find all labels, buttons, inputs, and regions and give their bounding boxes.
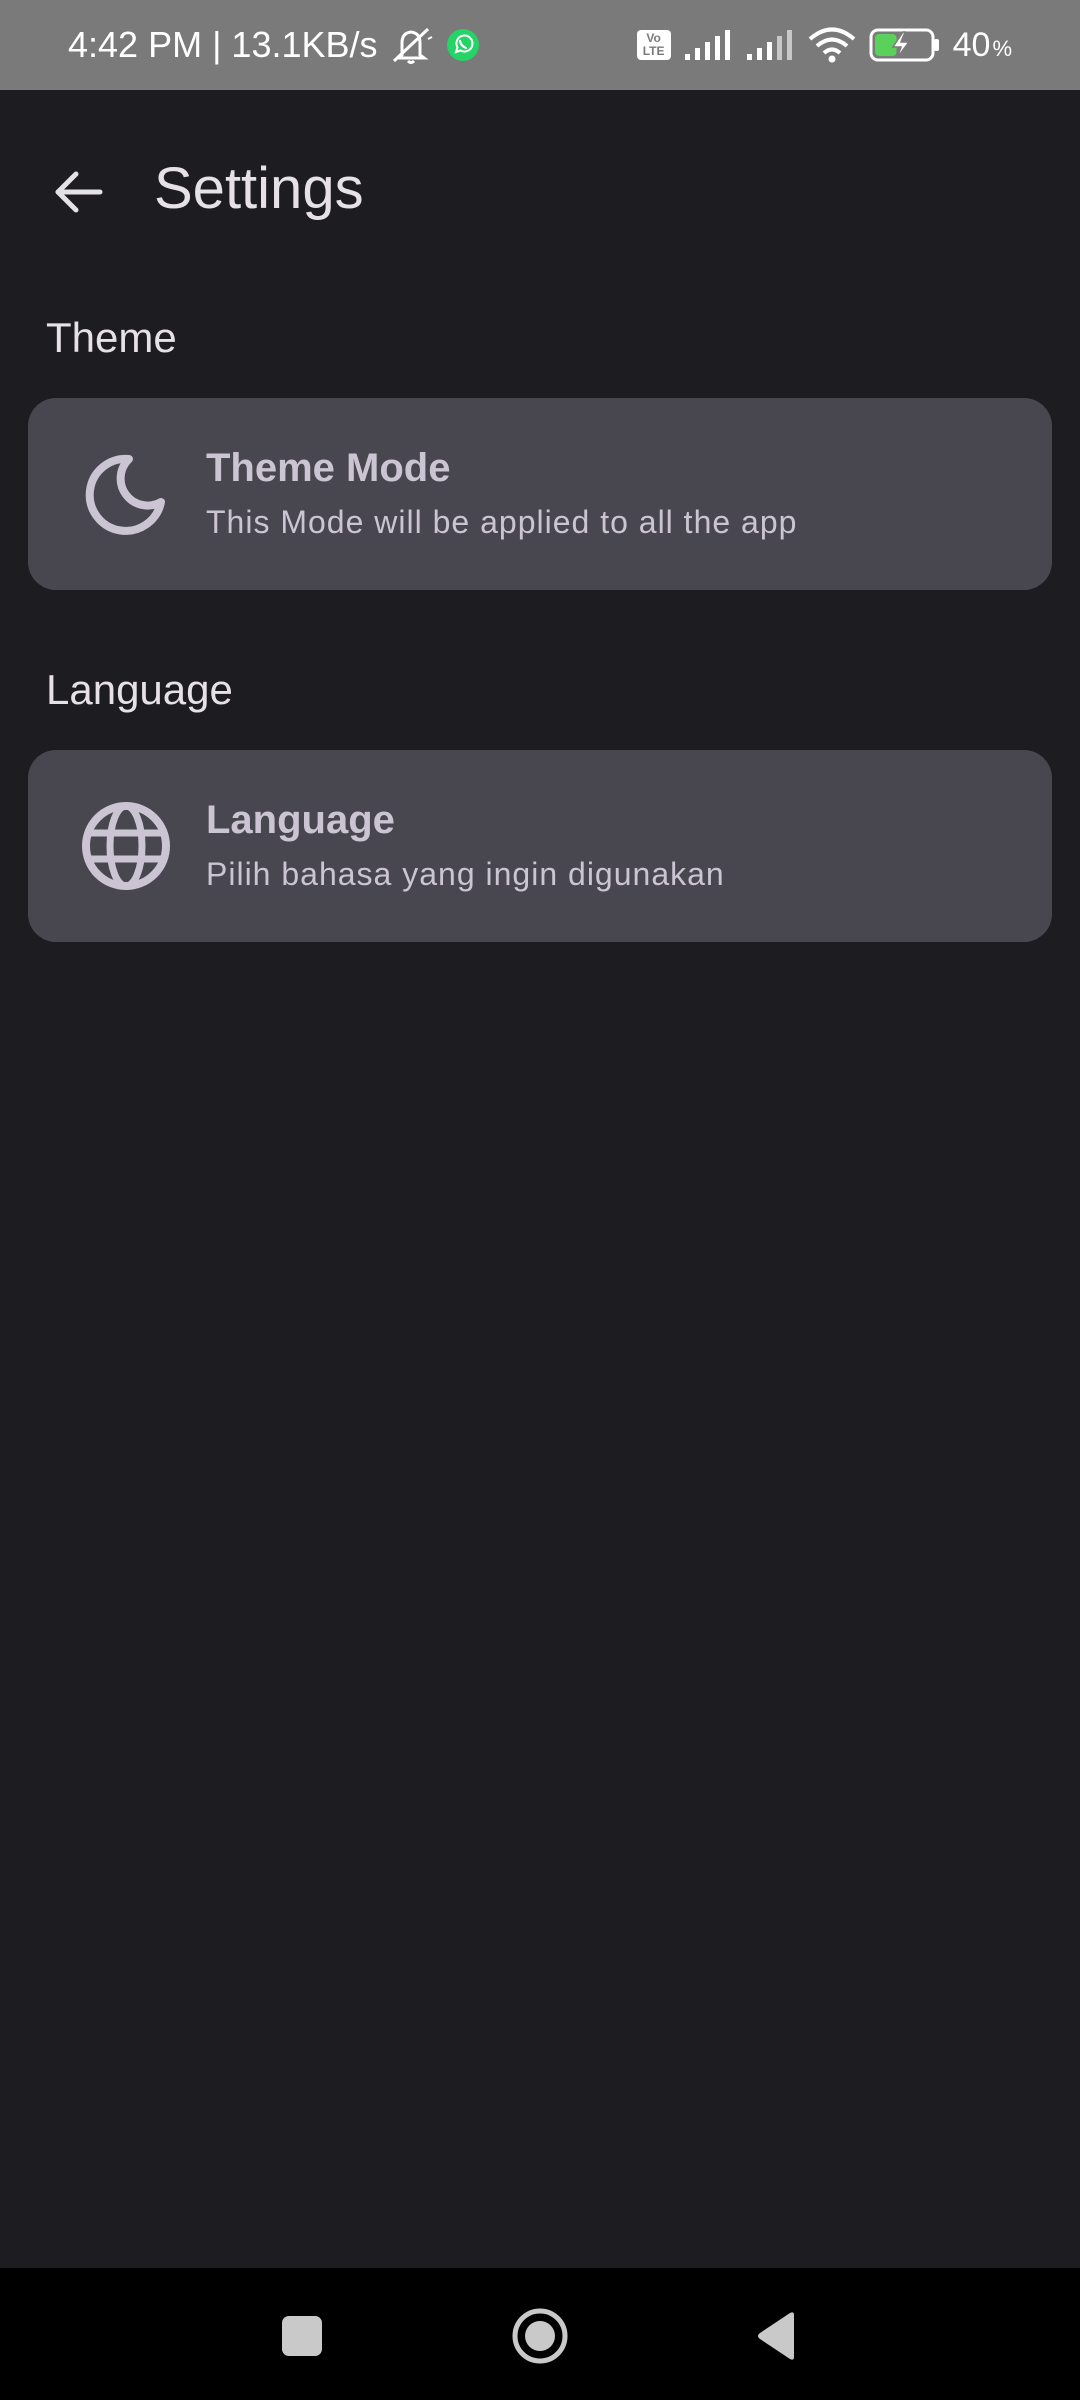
back-triangle-icon (758, 2312, 794, 2360)
app-bar: Settings (0, 90, 1080, 270)
language-icon-wrap (78, 798, 174, 894)
battery-unit-label: % (992, 35, 1012, 61)
home-button[interactable] (492, 2288, 588, 2384)
language-item[interactable]: Language Pilih bahasa yang ingin digunak… (28, 750, 1052, 942)
wifi-icon (808, 27, 855, 63)
section-label-language: Language (46, 666, 233, 713)
arrow-back-icon (55, 171, 103, 213)
signal-icon (684, 30, 730, 60)
status-bar: 4:42 PM | 13.1KB/s Vo LTE 40% (0, 0, 1080, 90)
theme-mode-title: Theme Mode (206, 446, 451, 490)
whatsapp-icon (446, 29, 479, 61)
status-left: 4:42 PM | 13.1KB/s (68, 0, 482, 90)
battery-percent: 40% (953, 26, 1012, 65)
theme-mode-subtitle: This Mode will be applied to all the app (206, 504, 798, 540)
battery-icon (869, 28, 939, 62)
system-nav-bar (0, 2268, 1080, 2400)
back-button[interactable] (30, 144, 126, 240)
recents-button[interactable] (254, 2288, 350, 2384)
theme-mode-item[interactable]: Theme Mode This Mode will be applied to … (28, 398, 1052, 590)
language-subtitle: Pilih bahasa yang ingin digunakan (206, 856, 725, 892)
mute-icon (392, 27, 432, 64)
language-title: Language (206, 798, 395, 842)
volte-icon: Vo LTE (636, 30, 671, 60)
globe-icon (82, 802, 170, 890)
home-circle-icon (512, 2308, 568, 2364)
page-title: Settings (154, 156, 364, 221)
status-right: Vo LTE 40% (636, 0, 1012, 90)
status-time-speed: 4:42 PM | 13.1KB/s (68, 24, 378, 65)
volte-bottom-label: LTE (642, 44, 665, 58)
recents-square-icon (282, 2316, 322, 2356)
nav-back-button[interactable] (728, 2288, 824, 2384)
section-label-theme: Theme (46, 314, 177, 361)
battery-level-label: 40 (952, 25, 991, 64)
moon-icon (85, 454, 165, 535)
signal-icon (746, 30, 792, 60)
theme-mode-icon-wrap (78, 446, 174, 542)
